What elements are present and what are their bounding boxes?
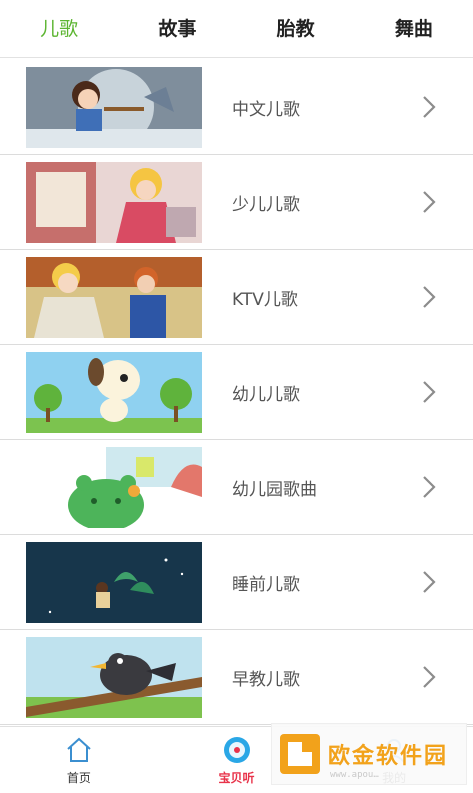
- watermark-url: www.apou…: [330, 770, 379, 780]
- song-category-list: 中文儿歌 少儿儿歌 KTV儿歌 幼儿儿歌 幼儿园歌曲 睡前儿歌 早教儿歌: [0, 60, 473, 725]
- list-item[interactable]: 少儿儿歌: [0, 155, 473, 250]
- chevron-right-icon: [409, 475, 449, 499]
- thumbnail-image: [26, 636, 202, 718]
- tab-prenatal[interactable]: 胎教: [237, 0, 355, 58]
- thumbnail-image: [26, 541, 202, 623]
- category-tabs: 儿歌 故事 胎教 舞曲: [0, 0, 473, 58]
- thumbnail-image: [26, 446, 202, 528]
- chevron-right-icon: [409, 570, 449, 594]
- list-item[interactable]: 幼儿园歌曲: [0, 440, 473, 535]
- watermark-text: 欧金软件园: [328, 744, 449, 769]
- tab-children-songs[interactable]: 儿歌: [0, 0, 118, 58]
- thumbnail-image: [26, 351, 202, 433]
- list-item[interactable]: 早教儿歌: [0, 630, 473, 725]
- watermark: 欧金软件园 www.apou…: [271, 723, 467, 785]
- list-item-label: 睡前儿歌: [232, 574, 300, 595]
- home-icon: [64, 735, 94, 765]
- list-item-label: 幼儿园歌曲: [232, 479, 317, 500]
- chevron-right-icon: [409, 190, 449, 214]
- list-item[interactable]: 睡前儿歌: [0, 535, 473, 630]
- nav-home-label: 首页: [66, 770, 91, 785]
- list-item-label: 早教儿歌: [232, 669, 300, 690]
- list-item-label: KTV儿歌: [232, 289, 298, 310]
- list-item-label: 少儿儿歌: [232, 194, 300, 215]
- list-item[interactable]: 中文儿歌: [0, 60, 473, 155]
- tab-stories[interactable]: 故事: [118, 0, 236, 58]
- chevron-right-icon: [409, 380, 449, 404]
- tab-dance[interactable]: 舞曲: [355, 0, 473, 58]
- thumbnail-image: [26, 256, 202, 338]
- chevron-right-icon: [409, 95, 449, 119]
- list-item[interactable]: 幼儿儿歌: [0, 345, 473, 440]
- disc-icon: [222, 735, 252, 765]
- chevron-right-icon: [409, 665, 449, 689]
- nav-home[interactable]: 首页: [0, 727, 158, 793]
- list-item[interactable]: KTV儿歌: [0, 250, 473, 345]
- nav-baby-listen-label: 宝贝听: [218, 770, 255, 785]
- list-item-label: 幼儿儿歌: [232, 384, 300, 405]
- thumbnail-image: [26, 66, 202, 148]
- watermark-logo-icon: [280, 734, 320, 774]
- list-item-label: 中文儿歌: [232, 99, 300, 120]
- thumbnail-image: [26, 161, 202, 243]
- chevron-right-icon: [409, 285, 449, 309]
